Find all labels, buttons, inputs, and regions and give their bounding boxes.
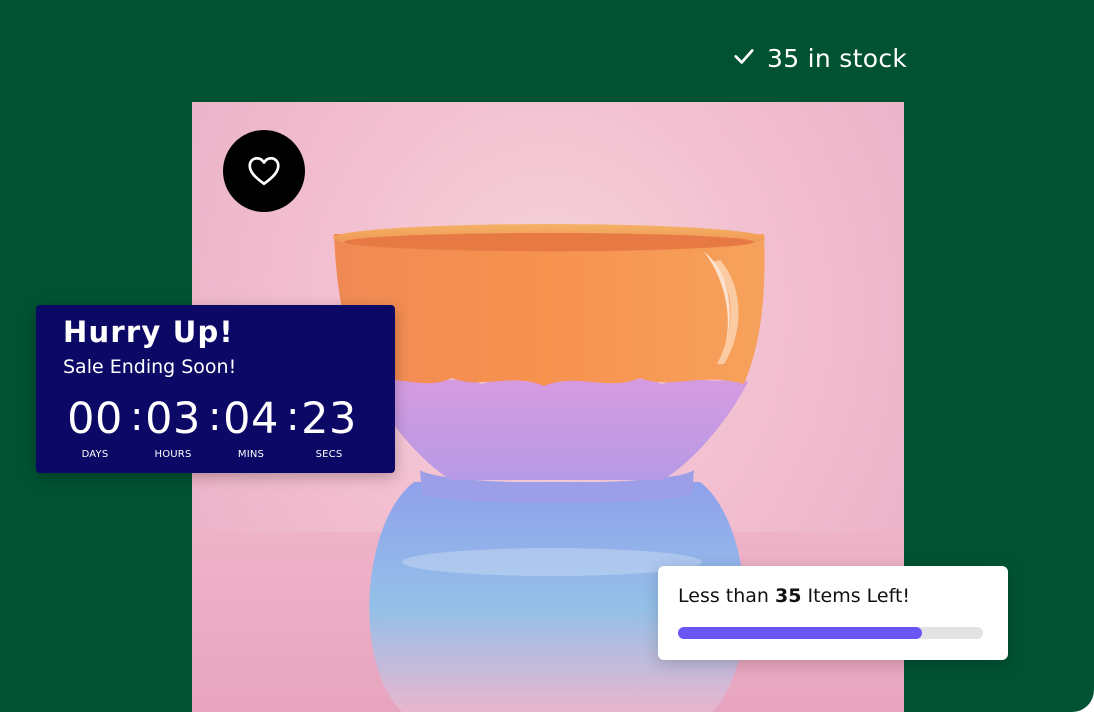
countdown-mins-value: 04 (223, 394, 279, 444)
heart-icon (246, 153, 282, 189)
countdown-days-label: DAYS (81, 449, 109, 460)
countdown-hours-label: HOURS (154, 449, 192, 460)
inventory-count: 35 (775, 585, 802, 607)
countdown-secs-value: 23 (301, 394, 357, 444)
stock-indicator: 35 in stock (733, 44, 907, 73)
countdown-days-value: 00 (67, 394, 123, 444)
countdown-separator: : (286, 394, 300, 440)
countdown-mins-label: MINS (237, 449, 265, 460)
countdown-subtitle: Sale Ending Soon! (63, 356, 237, 378)
favorite-button[interactable] (223, 130, 305, 212)
countdown-days: 00 DAYS (60, 389, 130, 460)
countdown-title: Hurry Up! (63, 315, 234, 349)
inventory-suffix: Items Left! (801, 585, 911, 607)
inventory-progress-fill (678, 627, 922, 639)
countdown-separator: : (130, 394, 144, 440)
countdown-secs-label: SECS (315, 449, 343, 460)
inventory-progress-track (678, 627, 983, 639)
stock-text: 35 in stock (767, 44, 908, 73)
countdown-hours-value: 03 (145, 394, 201, 444)
inventory-prefix: Less than (678, 585, 775, 607)
inventory-text: Less than 35 Items Left! (678, 585, 910, 607)
inventory-card: Less than 35 Items Left! (658, 566, 1008, 660)
countdown-separator: : (208, 394, 222, 440)
check-icon (733, 44, 755, 73)
countdown-timer: Hurry Up! Sale Ending Soon! 00 DAYS : 03… (36, 305, 395, 473)
countdown-hours: 03 HOURS (138, 389, 208, 460)
countdown-mins: 04 MINS (216, 389, 286, 460)
promo-banner: 35 in stock Hurry Up! Sale Ending Soon! … (0, 0, 1094, 712)
countdown-secs: 23 SECS (294, 389, 364, 460)
countdown-values: 00 DAYS : 03 HOURS : 04 MINS : 23 SECS (60, 389, 364, 460)
